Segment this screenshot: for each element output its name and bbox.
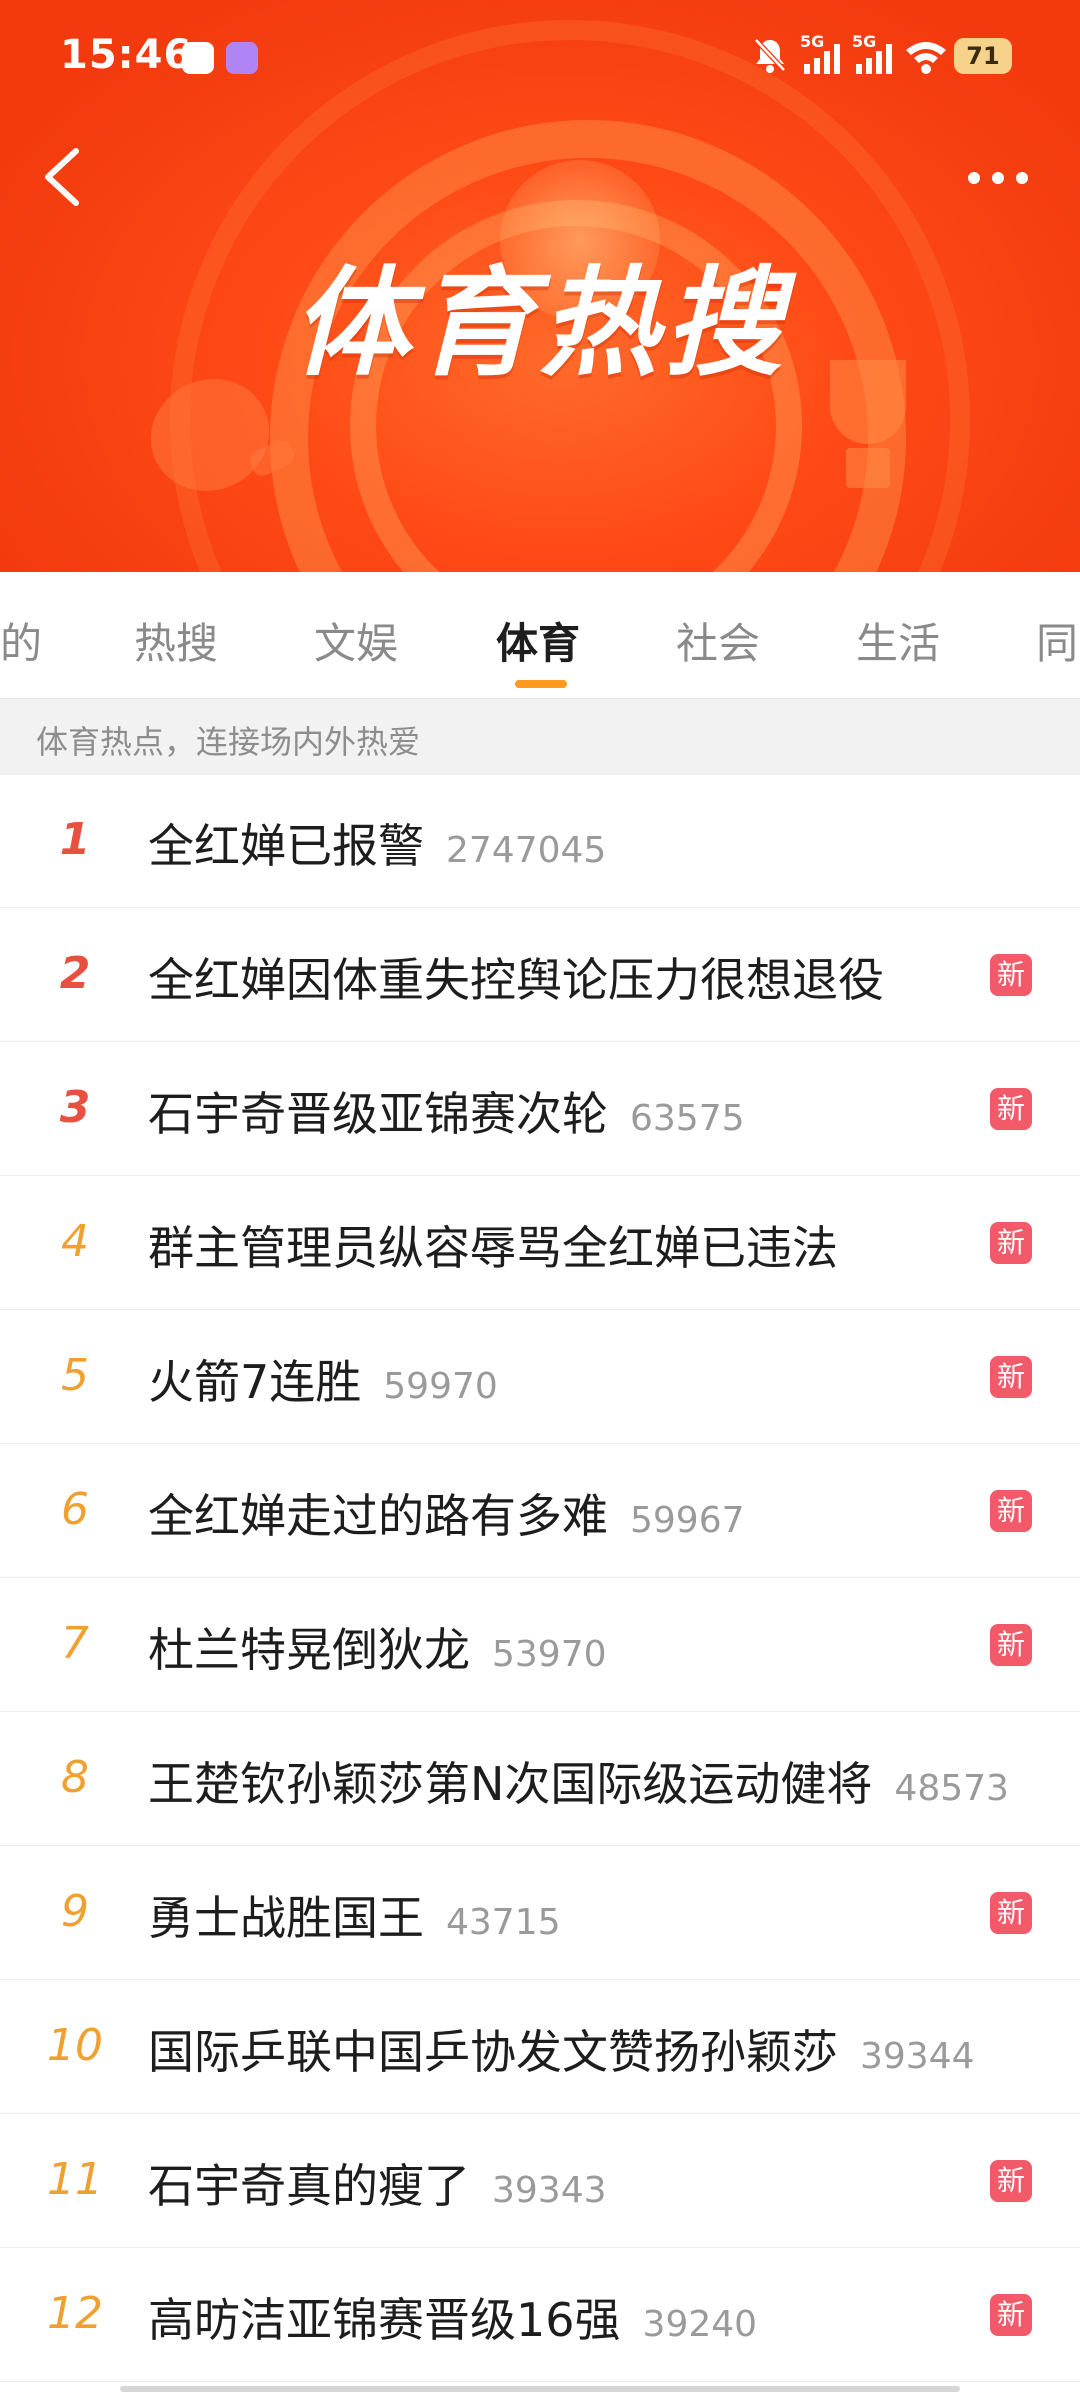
wifi-icon bbox=[904, 38, 948, 84]
new-badge: 新 bbox=[990, 1892, 1032, 1934]
tab-hot-search[interactable]: 热搜 bbox=[134, 610, 218, 671]
topic-title[interactable]: 群主管理员纵容辱骂全红婵已违法 bbox=[148, 1221, 838, 1275]
battery-indicator: 71 bbox=[954, 38, 1012, 74]
topic-title[interactable]: 高昉洁亚锦赛晋级16强 bbox=[148, 2293, 621, 2347]
section-subtitle: 体育热点，连接场内外热爱 bbox=[36, 723, 421, 761]
heat-count: 63575 bbox=[630, 1098, 745, 1139]
category-tabs: 的 热搜 文娱 体育 社会 生活 同 bbox=[0, 572, 1080, 698]
rank-number: 10 bbox=[47, 2020, 103, 2071]
new-badge: 新 bbox=[990, 954, 1032, 996]
topic-title[interactable]: 全红婵已报警 bbox=[148, 819, 424, 873]
list-item[interactable]: 11 石宇奇真的瘦了 39343 新 bbox=[0, 2114, 1080, 2248]
topic-wrap: 勇士战胜国王 43715 bbox=[148, 1882, 561, 1948]
list-item[interactable]: 8 王楚钦孙颖莎第N次国际级运动健将 48573 bbox=[0, 1712, 1080, 1846]
list-item[interactable]: 7 杜兰特晃倒狄龙 53970 新 bbox=[0, 1578, 1080, 1712]
rank-number: 8 bbox=[61, 1752, 89, 1803]
app-notification-icon bbox=[182, 42, 214, 74]
heat-count: 39343 bbox=[492, 2170, 607, 2211]
heat-count: 48573 bbox=[894, 1768, 1009, 1809]
new-badge: 新 bbox=[990, 2160, 1032, 2202]
topic-wrap: 高昉洁亚锦赛晋级16强 39240 bbox=[148, 2284, 757, 2350]
list-item[interactable]: 9 勇士战胜国王 43715 新 bbox=[0, 1846, 1080, 1980]
status-time: 15:46 bbox=[60, 32, 193, 78]
tab-entertainment[interactable]: 文娱 bbox=[314, 610, 398, 671]
tab-society[interactable]: 社会 bbox=[676, 610, 760, 671]
new-badge: 新 bbox=[990, 1356, 1032, 1398]
rank-number: 1 bbox=[59, 814, 91, 865]
chevron-left-icon bbox=[45, 148, 79, 206]
trophy-base bbox=[846, 448, 890, 488]
heat-count: 59970 bbox=[383, 1366, 498, 1407]
active-tab-indicator bbox=[515, 680, 567, 688]
new-badge: 新 bbox=[990, 1088, 1032, 1130]
new-badge: 新 bbox=[990, 2294, 1032, 2336]
list-item[interactable]: 4 群主管理员纵容辱骂全红婵已违法 新 bbox=[0, 1176, 1080, 1310]
rank-number: 4 bbox=[61, 1216, 89, 1267]
topic-title[interactable]: 全红婵因体重失控舆论压力很想退役 bbox=[148, 953, 884, 1007]
heat-count: 39344 bbox=[860, 2036, 975, 2077]
more-options-button[interactable] bbox=[960, 150, 1040, 206]
topic-title[interactable]: 石宇奇真的瘦了 bbox=[148, 2159, 470, 2213]
mute-bell-icon bbox=[752, 36, 788, 82]
tab-sports[interactable]: 体育 bbox=[496, 610, 580, 671]
status-bar: 15:46 5G 5G 71 bbox=[0, 0, 1080, 118]
topic-wrap: 全红婵已报警 2747045 bbox=[148, 810, 606, 876]
rank-number: 5 bbox=[61, 1350, 89, 1401]
tab-partial-right[interactable]: 同 bbox=[1036, 610, 1078, 671]
rank-number: 2 bbox=[59, 948, 91, 999]
new-badge: 新 bbox=[990, 1624, 1032, 1666]
topic-wrap: 石宇奇真的瘦了 39343 bbox=[148, 2150, 607, 2216]
topic-title[interactable]: 全红婵走过的路有多难 bbox=[148, 1489, 608, 1543]
rank-number: 6 bbox=[61, 1484, 89, 1535]
scroll-indicator bbox=[120, 2386, 960, 2392]
app-notification-icon bbox=[226, 42, 258, 74]
rank-number: 9 bbox=[61, 1886, 89, 1937]
topic-wrap: 群主管理员纵容辱骂全红婵已违法 bbox=[148, 1212, 838, 1278]
trophy-icon bbox=[830, 360, 906, 444]
topic-title[interactable]: 国际乒联中国乒协发文赞扬孙颖莎 bbox=[148, 2025, 838, 2079]
rank-number: 3 bbox=[59, 1082, 91, 1133]
topic-wrap: 全红婵走过的路有多难 59967 bbox=[148, 1480, 745, 1546]
banner-title: 体育热搜 bbox=[291, 254, 788, 392]
list-item[interactable]: 3 石宇奇晋级亚锦赛次轮 63575 新 bbox=[0, 1042, 1080, 1176]
heat-count: 2747045 bbox=[446, 830, 607, 871]
rank-number: 11 bbox=[47, 2154, 103, 2205]
list-item[interactable]: 2 全红婵因体重失控舆论压力很想退役 新 bbox=[0, 908, 1080, 1042]
header-banner: 体育热搜 15:46 5G 5G 71 bbox=[0, 0, 1080, 572]
topic-wrap: 全红婵因体重失控舆论压力很想退役 bbox=[148, 944, 884, 1010]
rank-number: 7 bbox=[61, 1618, 89, 1669]
tab-partial-left[interactable]: 的 bbox=[0, 610, 42, 671]
heat-count: 43715 bbox=[446, 1902, 561, 1943]
topic-wrap: 石宇奇晋级亚锦赛次轮 63575 bbox=[148, 1078, 745, 1144]
list-item[interactable]: 5 火箭7连胜 59970 新 bbox=[0, 1310, 1080, 1444]
heat-count: 59967 bbox=[630, 1500, 745, 1541]
new-badge: 新 bbox=[990, 1490, 1032, 1532]
section-subtitle-bar: 体育热点，连接场内外热爱 bbox=[0, 698, 1080, 775]
rank-number: 12 bbox=[47, 2288, 103, 2339]
topic-title[interactable]: 火箭7连胜 bbox=[148, 1355, 361, 1409]
heat-count: 39240 bbox=[642, 2304, 758, 2345]
list-item[interactable]: 10 国际乒联中国乒协发文赞扬孙颖莎 39344 bbox=[0, 1980, 1080, 2114]
list-item[interactable]: 6 全红婵走过的路有多难 59967 新 bbox=[0, 1444, 1080, 1578]
topic-title[interactable]: 勇士战胜国王 bbox=[148, 1891, 424, 1945]
topic-wrap: 王楚钦孙颖莎第N次国际级运动健将 48573 bbox=[148, 1748, 1009, 1814]
topic-title[interactable]: 王楚钦孙颖莎第N次国际级运动健将 bbox=[148, 1757, 872, 1811]
list-item[interactable]: 12 高昉洁亚锦赛晋级16强 39240 新 bbox=[0, 2248, 1080, 2382]
new-badge: 新 bbox=[990, 1222, 1032, 1264]
back-button[interactable] bbox=[38, 145, 94, 209]
topic-title[interactable]: 石宇奇晋级亚锦赛次轮 bbox=[148, 1087, 608, 1141]
tab-life[interactable]: 生活 bbox=[856, 610, 940, 671]
topic-wrap: 火箭7连胜 59970 bbox=[148, 1346, 498, 1412]
topic-wrap: 国际乒联中国乒协发文赞扬孙颖莎 39344 bbox=[148, 2016, 975, 2082]
list-item[interactable]: 1 全红婵已报警 2747045 bbox=[0, 774, 1080, 908]
heat-count: 53970 bbox=[492, 1634, 607, 1675]
hot-search-list: 1 全红婵已报警 2747045 2 全红婵因体重失控舆论压力很想退役新 3 石宇奇晋级亚锦… bbox=[0, 774, 1080, 2382]
topic-wrap: 杜兰特晃倒狄龙 53970 bbox=[148, 1614, 607, 1680]
topic-title[interactable]: 杜兰特晃倒狄龙 bbox=[148, 1623, 470, 1677]
ellipsis-icon bbox=[968, 172, 1028, 184]
